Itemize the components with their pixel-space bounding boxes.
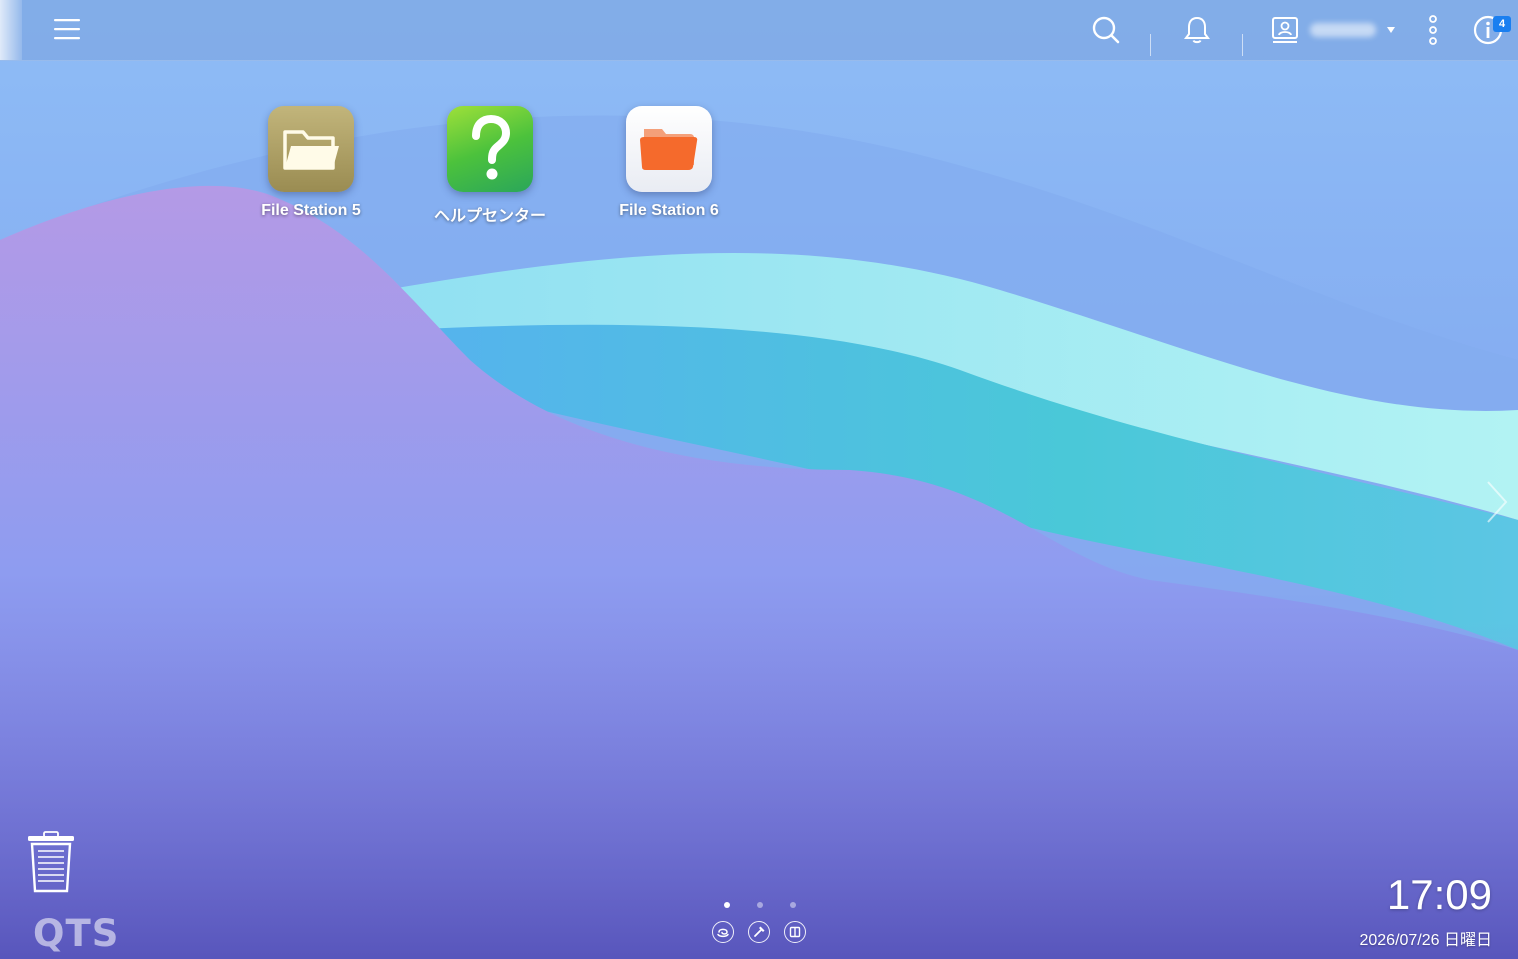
vertical-dots-icon (1429, 15, 1437, 45)
app-help-center[interactable]: ヘルプセンター (415, 106, 565, 226)
quick-start-guide-button[interactable] (784, 921, 806, 943)
separator (1242, 34, 1243, 56)
app-label: File Station 5 (261, 202, 361, 219)
search-icon (1092, 16, 1120, 44)
search-button[interactable] (1086, 0, 1126, 60)
page-dot-2[interactable] (757, 902, 763, 908)
swirl-icon (717, 928, 729, 938)
app-icon-container (626, 106, 712, 192)
app-icon-container (447, 106, 533, 192)
page-dot-1[interactable] (724, 902, 730, 908)
separator (1150, 34, 1151, 56)
book-icon (789, 926, 801, 938)
main-menu-button[interactable] (50, 0, 84, 60)
orange-folder-icon (640, 129, 698, 170)
app-label: ヘルプセンター (433, 208, 546, 225)
helpdesk-tools-button[interactable] (748, 921, 770, 943)
app-label: File Station 6 (619, 202, 719, 219)
clock-date: 2026/07/26 日曜日 (1359, 932, 1492, 949)
qts-logo: QTS (33, 912, 120, 955)
clock-time: 17:09 (1386, 871, 1492, 918)
next-page-arrow-icon[interactable] (1484, 478, 1510, 526)
app-file-station-5[interactable]: File Station 5 (236, 106, 386, 220)
tools-icon (754, 926, 765, 937)
chevron-down-icon (1387, 27, 1395, 33)
page-dot-3[interactable] (790, 902, 796, 908)
desktop: 4 File Station 5 ヘルプセンター File Station 6 … (0, 0, 1518, 959)
notifications-button[interactable] (1178, 0, 1216, 60)
app-icon-container (268, 106, 354, 192)
folder-icon (283, 130, 339, 170)
top-bar: 4 (0, 0, 1518, 61)
qsync-button[interactable] (712, 921, 734, 943)
wallpaper (0, 115, 1518, 959)
user-account-icon (1272, 17, 1298, 43)
left-edge-strip (0, 0, 22, 60)
question-mark-icon (472, 114, 511, 180)
app-file-station-6[interactable]: File Station 6 (594, 106, 744, 220)
user-name (1310, 23, 1376, 37)
notification-count-badge: 4 (1493, 16, 1511, 32)
bell-icon (1184, 16, 1210, 44)
more-options-button[interactable] (1418, 0, 1448, 60)
user-menu[interactable] (1270, 0, 1398, 60)
trash-icon[interactable] (24, 831, 80, 895)
hamburger-menu-icon (54, 19, 80, 40)
